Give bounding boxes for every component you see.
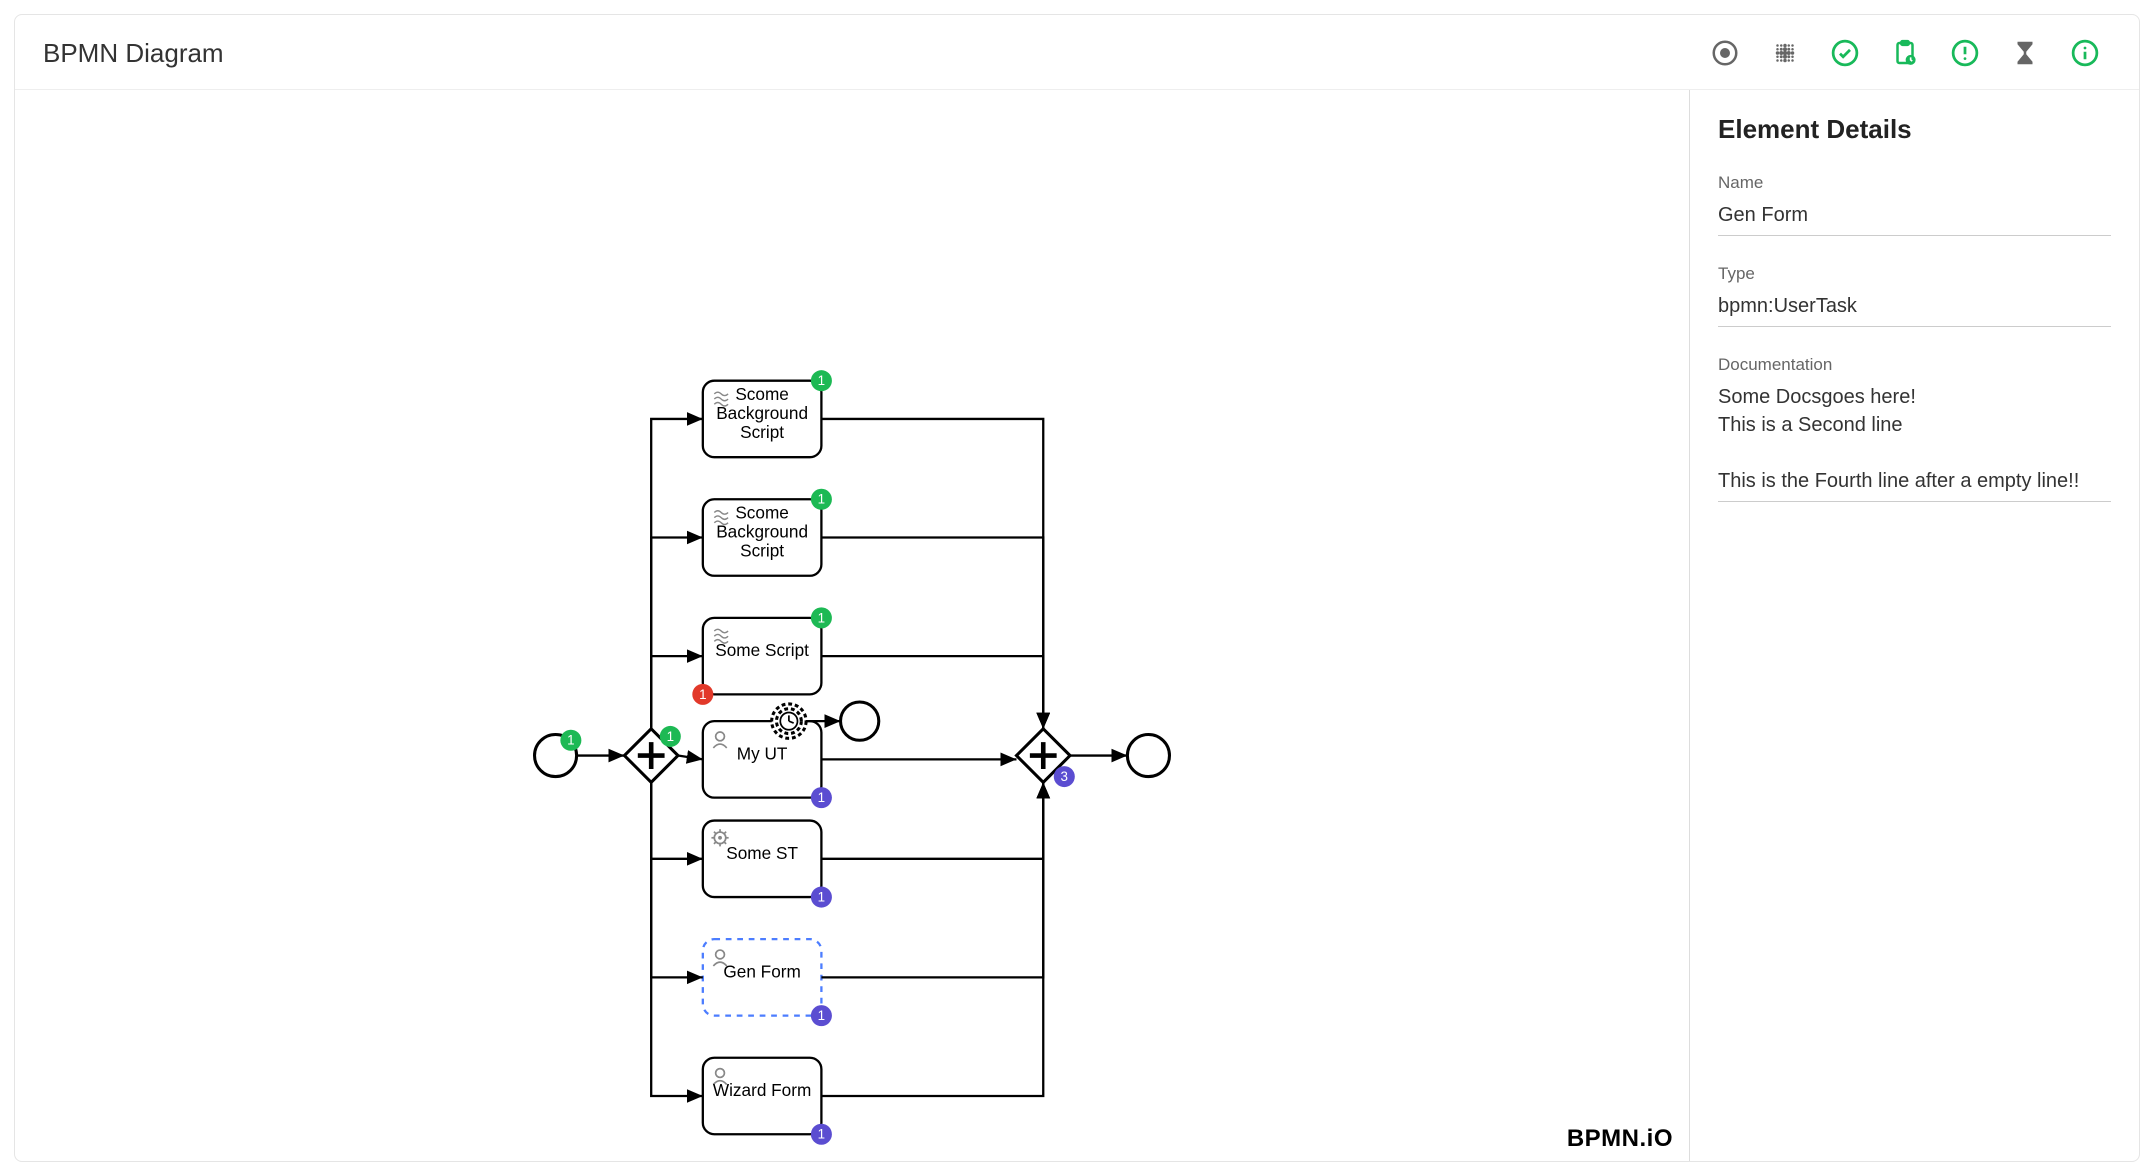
svg-text:1: 1: [818, 373, 825, 388]
svg-text:1: 1: [818, 790, 825, 805]
field-name: Name Gen Form: [1718, 173, 2111, 236]
end-event[interactable]: [1127, 735, 1169, 777]
task-label: My UT: [737, 743, 788, 763]
svg-text:1: 1: [818, 610, 825, 625]
task-t3[interactable]: Some Script: [703, 618, 822, 695]
svg-text:1: 1: [818, 1127, 825, 1142]
svg-text:1: 1: [818, 890, 825, 905]
type-label: Type: [1718, 264, 2111, 284]
task-label: Script: [740, 422, 784, 442]
task-label: Scome: [735, 502, 789, 522]
task-label: Some ST: [726, 843, 798, 863]
page-title: BPMN Diagram: [43, 38, 224, 69]
card-header: BPMN Diagram: [15, 15, 2139, 89]
task-t2[interactable]: ScomeBackgroundScript: [703, 499, 822, 576]
clipboard-clock-icon[interactable]: [1887, 35, 1923, 71]
check-circle-icon[interactable]: [1827, 35, 1863, 71]
bpmn-canvas[interactable]: 113ScomeBackgroundScript1ScomeBackground…: [15, 90, 1689, 1161]
bpmn-io-logo: BPMN.iO: [1567, 1125, 1673, 1153]
task-label: Wizard Form: [713, 1080, 811, 1100]
diagram-card: BPMN Diagram: [14, 14, 2140, 1162]
alert-circle-icon[interactable]: [1947, 35, 1983, 71]
svg-text:1: 1: [818, 492, 825, 507]
field-type: Type bpmn:UserTask: [1718, 264, 2111, 327]
task-label: Background: [716, 403, 808, 423]
task-label: Script: [740, 541, 784, 561]
svg-text:3: 3: [1061, 769, 1068, 784]
svg-text:1: 1: [699, 687, 706, 702]
svg-text:1: 1: [567, 733, 574, 748]
task-label: Gen Form: [723, 961, 800, 981]
toolbar: [1707, 35, 2111, 71]
svg-text:1: 1: [818, 1008, 825, 1023]
name-label: Name: [1718, 173, 2111, 193]
doc-label: Documentation: [1718, 355, 2111, 375]
field-documentation: Documentation Some Docsgoes here! This i…: [1718, 355, 2111, 502]
task-label: Some Script: [715, 640, 809, 660]
task-label: Scome: [735, 384, 789, 404]
target-icon[interactable]: [1707, 35, 1743, 71]
doc-value[interactable]: Some Docsgoes here! This is a Second lin…: [1718, 383, 2111, 502]
element-details-panel: Element Details Name Gen Form Type bpmn:…: [1689, 90, 2139, 1161]
svg-text:1: 1: [667, 729, 674, 744]
info-circle-icon[interactable]: [2067, 35, 2103, 71]
task-t4[interactable]: My UT: [703, 721, 822, 798]
task-t6[interactable]: Gen Form: [703, 939, 822, 1016]
type-value: bpmn:UserTask: [1718, 292, 2111, 327]
name-value[interactable]: Gen Form: [1718, 201, 2111, 236]
grid-icon[interactable]: [1767, 35, 1803, 71]
task-label: Background: [716, 522, 808, 542]
task-t7[interactable]: Wizard Form: [703, 1058, 822, 1135]
hourglass-icon[interactable]: [2007, 35, 2043, 71]
intermediate-event[interactable]: [841, 702, 879, 740]
content-area: 113ScomeBackgroundScript1ScomeBackground…: [15, 89, 2139, 1161]
task-t5[interactable]: Some ST: [703, 821, 822, 898]
task-t1[interactable]: ScomeBackgroundScript: [703, 381, 822, 458]
details-heading: Element Details: [1718, 114, 2111, 145]
